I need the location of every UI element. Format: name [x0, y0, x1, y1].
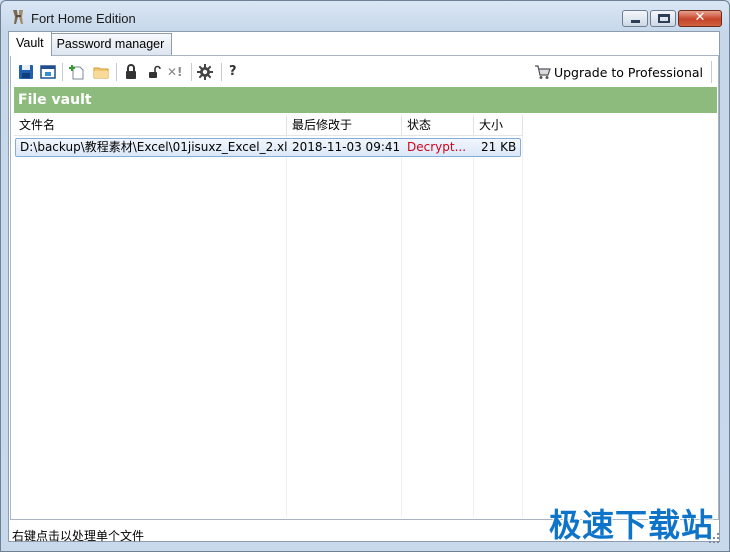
- lock-icon[interactable]: [123, 64, 139, 80]
- column-header-size[interactable]: 大小: [474, 115, 523, 136]
- shopping-cart-icon: [534, 65, 551, 79]
- section-title: File vault: [14, 87, 717, 113]
- watermark-logo: 极速下载站: [548, 506, 714, 544]
- close-icon: ✕: [694, 10, 706, 25]
- minimize-button[interactable]: [622, 10, 648, 27]
- cell-modified: 2018-11-03 09:41: [292, 140, 401, 154]
- settings-icon[interactable]: [197, 64, 213, 80]
- cell-filename: D:\backup\教程素材\Excel\01jisuxz_Excel_2.xl…: [20, 140, 288, 154]
- status-text: 右键点击以处理单个文件: [12, 529, 145, 543]
- help-icon[interactable]: ?: [229, 64, 245, 80]
- vault-panel: ✕! ? Upgrade to Professional File vault …: [10, 55, 719, 520]
- maximize-button[interactable]: [650, 10, 676, 27]
- upgrade-label: Upgrade to Professional: [553, 64, 703, 80]
- toolbar-separator: [116, 63, 117, 81]
- table-row[interactable]: D:\backup\教程素材\Excel\01jisuxz_Excel_2.xl…: [15, 138, 521, 157]
- toolbar-separator: [62, 63, 63, 81]
- column-divider: [286, 136, 287, 517]
- column-divider: [473, 136, 474, 517]
- upgrade-button[interactable]: Upgrade to Professional: [534, 61, 712, 83]
- fort-app-icon: [13, 10, 23, 24]
- toolbar-separator: [191, 63, 192, 81]
- column-header-modified[interactable]: 最后修改于: [287, 115, 402, 136]
- list-header: 文件名 最后修改于 状态 大小: [14, 115, 523, 136]
- column-header-filename[interactable]: 文件名: [14, 115, 287, 136]
- add-file-icon[interactable]: [69, 64, 85, 80]
- tab-password-manager[interactable]: Password manager: [50, 33, 172, 55]
- cell-size: 21 KB: [481, 140, 517, 154]
- unlock-icon[interactable]: [146, 64, 162, 80]
- column-divider: [522, 136, 523, 517]
- column-divider: [401, 136, 402, 517]
- toolbar-separator: [221, 63, 222, 81]
- tab-strip: Vault Password manager: [8, 31, 172, 56]
- open-vault-icon[interactable]: [40, 64, 56, 80]
- add-folder-icon[interactable]: [93, 64, 109, 80]
- tab-vault[interactable]: Vault: [8, 31, 52, 56]
- close-button[interactable]: ✕: [678, 10, 722, 27]
- toolbar: ✕! ? Upgrade to Professional: [11, 56, 718, 86]
- save-icon[interactable]: [18, 64, 34, 80]
- remove-icon[interactable]: ✕!: [167, 64, 187, 80]
- cell-status: Decrypt...: [407, 140, 467, 154]
- window-title: Fort Home Edition: [31, 11, 136, 26]
- file-list[interactable]: 文件名 最后修改于 状态 大小 D:\backup\教程素材\Excel\01j…: [14, 115, 717, 517]
- column-header-status[interactable]: 状态: [402, 115, 474, 136]
